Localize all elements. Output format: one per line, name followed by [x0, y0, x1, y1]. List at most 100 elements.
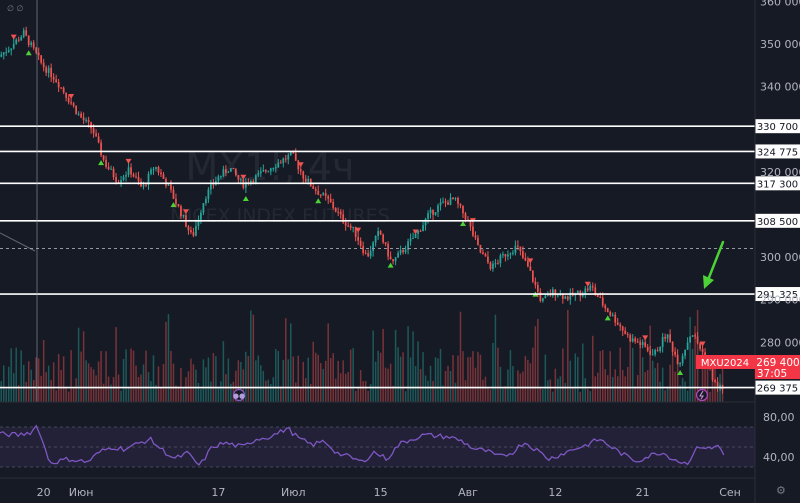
candle [629, 334, 632, 343]
volume-bar [606, 375, 609, 402]
candle-body [22, 30, 25, 37]
volume-bar [554, 368, 557, 402]
volume-bar [329, 358, 332, 402]
volume-bar [162, 364, 165, 402]
candle-body [182, 215, 185, 217]
volume-bar [462, 351, 464, 402]
candle-body [212, 184, 215, 186]
volume-bar [467, 357, 469, 402]
candle-body [586, 288, 589, 291]
volume-bar [122, 359, 125, 402]
level-label: 308 500 [757, 217, 798, 228]
candle-body [477, 237, 479, 245]
volume-bar [457, 355, 459, 402]
candle-body [110, 168, 112, 170]
candle-body [352, 226, 355, 228]
candle-body [165, 178, 167, 186]
candle-body [187, 226, 190, 231]
candle-body [262, 170, 265, 172]
volume-bar [317, 354, 319, 402]
volume-bar [394, 329, 397, 402]
candle-body [636, 341, 639, 343]
price-tick-label: 280 000 [760, 336, 800, 349]
candle-body [392, 259, 394, 262]
volume-bar [621, 369, 624, 402]
candle-body [699, 343, 701, 349]
volume-bar [70, 350, 72, 402]
candle-body [442, 201, 444, 203]
candle-body [447, 202, 449, 205]
candle-body [507, 254, 509, 257]
volume-bar [160, 387, 162, 402]
candle-body [150, 169, 152, 174]
candle-body [669, 334, 672, 342]
volume-bar [272, 377, 275, 402]
volume-bar [469, 357, 472, 402]
candle-body [90, 122, 92, 129]
volume-bar [167, 314, 170, 402]
candle-body [626, 333, 629, 336]
candle-body [347, 225, 350, 227]
event-marker-icon[interactable]: ●● [232, 388, 246, 402]
candle-body [175, 198, 177, 205]
candle-body [239, 179, 242, 181]
candle-body [225, 169, 227, 173]
volume-bar [20, 350, 22, 402]
settings-gear-icon[interactable]: ⚙ [776, 484, 786, 497]
volume-bar [120, 390, 122, 402]
volume-bar [512, 366, 514, 402]
volume-bar [277, 351, 280, 402]
volume-bar [579, 391, 582, 402]
volume-bar [587, 389, 589, 402]
volume-bar [402, 352, 404, 402]
volume-bar [282, 359, 285, 402]
candle-body [162, 174, 165, 179]
candle-body [95, 133, 97, 137]
candle-body [120, 179, 122, 183]
volume-bar [619, 347, 621, 402]
candle-body [205, 199, 207, 204]
candle-body [611, 314, 614, 316]
candle-body [267, 171, 270, 173]
indicator-toggle-icon[interactable]: ∅ ∅ [7, 4, 24, 13]
candle-body [482, 252, 484, 255]
price-chart[interactable]: MX1!, 4ч MICEX INDEX FUTURES 330 700324 … [0, 0, 800, 503]
candle-body [649, 350, 652, 355]
volume-bar [270, 384, 272, 402]
volume-bar [0, 381, 2, 402]
volume-bar [389, 363, 392, 402]
volume-bar [57, 354, 60, 402]
candle-body [82, 117, 85, 121]
candle-body [589, 285, 592, 291]
volume-bar [532, 347, 534, 402]
candle-body [536, 284, 539, 292]
candle-body [232, 168, 235, 170]
flash-marker-icon[interactable] [695, 388, 709, 402]
volume-bar [260, 365, 262, 402]
candle-body [337, 211, 340, 213]
candle-body [372, 242, 375, 252]
volume-bar [544, 354, 547, 402]
volume-bar [432, 380, 434, 402]
candle-body [284, 158, 287, 160]
volume-bar [589, 391, 592, 402]
candle-body [307, 178, 310, 182]
candle-body [452, 197, 454, 200]
volume-bar [152, 355, 155, 402]
candle-body [527, 260, 529, 267]
volume-bar [192, 364, 195, 402]
candle-body [397, 253, 399, 258]
candle-body [282, 158, 285, 164]
candle-body [514, 245, 517, 253]
candle-body [65, 92, 68, 98]
volume-bar [295, 382, 297, 402]
candle-body [422, 225, 424, 232]
volume-bar [75, 378, 77, 402]
volume-bar [195, 369, 197, 402]
volume-bar [362, 381, 364, 402]
volume-bar [604, 369, 606, 402]
candle-body [297, 160, 300, 170]
candle-body [689, 336, 691, 343]
volume-bar [562, 348, 564, 402]
candle-body [349, 225, 352, 228]
